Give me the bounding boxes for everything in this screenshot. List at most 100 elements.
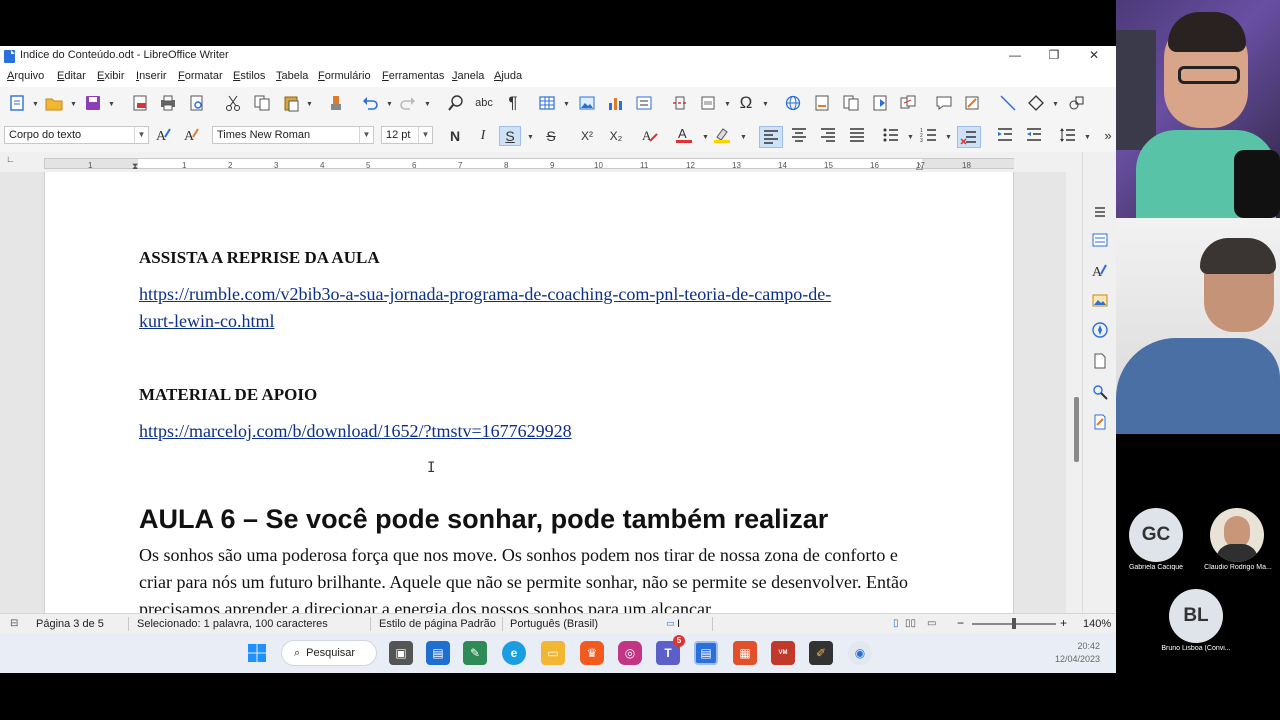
footnote-icon[interactable]: [812, 94, 832, 112]
track-changes-icon[interactable]: [962, 94, 982, 112]
paste-icon[interactable]: [281, 94, 301, 112]
libreoffice-writer-taskbar-icon[interactable]: ▤: [694, 641, 718, 665]
avatar[interactable]: [1210, 508, 1264, 562]
align-right-icon[interactable]: [818, 126, 838, 144]
paragraph-style-select[interactable]: Corpo do texto ▼: [4, 126, 149, 144]
page-break-icon[interactable]: [670, 94, 690, 112]
styles-icon[interactable]: A: [1090, 260, 1110, 280]
font-name-select[interactable]: Times New Roman ▼: [212, 126, 374, 144]
teams-icon[interactable]: T5: [656, 635, 685, 665]
maximize-button[interactable]: ❐: [1034, 46, 1074, 66]
undo-icon[interactable]: [360, 94, 380, 112]
left-indent-marker-icon[interactable]: ⧗: [132, 161, 138, 172]
menu-formatar[interactable]: Formatar: [178, 70, 223, 82]
chevron-down-icon[interactable]: ▼: [702, 134, 709, 141]
menu-estilos[interactable]: Estilos: [233, 70, 265, 82]
chevron-down-icon[interactable]: ▼: [1084, 134, 1091, 141]
align-center-icon[interactable]: [789, 126, 809, 144]
manage-changes-icon[interactable]: [1090, 412, 1110, 432]
font-color-icon[interactable]: A: [674, 126, 694, 144]
menu-formulario[interactable]: Formulário: [318, 70, 371, 82]
avatar[interactable]: BL: [1169, 589, 1223, 643]
book-view-icon[interactable]: ▭: [927, 618, 936, 629]
menu-ferramentas[interactable]: Ferramentas: [382, 70, 444, 82]
obs-record-icon[interactable]: ◉: [848, 641, 872, 665]
redo-icon[interactable]: [398, 94, 418, 112]
vertical-scrollbar[interactable]: [1066, 172, 1082, 613]
clone-formatting-icon[interactable]: [326, 94, 346, 112]
properties-icon[interactable]: [1090, 230, 1110, 250]
chevron-down-icon[interactable]: ▼: [907, 134, 914, 141]
new-document-icon[interactable]: [7, 94, 27, 112]
insert-mode[interactable]: I: [677, 618, 680, 630]
chevron-down-icon[interactable]: ▼: [70, 101, 77, 108]
avatar[interactable]: GC: [1129, 508, 1183, 562]
zoom-slider[interactable]: [972, 618, 1056, 629]
pen-tool-icon[interactable]: ✐: [809, 641, 833, 665]
highlight-color-icon[interactable]: [712, 126, 732, 144]
reprise-link[interactable]: https://rumble.com/v2bib3o-a-sua-jornada…: [139, 281, 831, 335]
draw-functions-icon[interactable]: [1066, 94, 1086, 112]
tab-stop-icon[interactable]: ∟: [6, 154, 15, 164]
open-folder-icon[interactable]: [44, 94, 64, 112]
taskbar-search[interactable]: ⌕ Pesquisar: [281, 640, 377, 666]
reprise-link-line-1[interactable]: https://rumble.com/v2bib3o-a-sua-jornada…: [139, 281, 831, 308]
cross-reference-icon[interactable]: [898, 94, 918, 112]
zoom-out-icon[interactable]: −: [957, 616, 964, 630]
style-inspector-icon[interactable]: [1090, 382, 1110, 402]
chevron-down-icon[interactable]: ▼: [724, 101, 731, 108]
menu-tabela[interactable]: Tabela: [276, 70, 308, 82]
chevron-down-icon[interactable]: ▼: [945, 134, 952, 141]
menu-ajuda[interactable]: Ajuda: [494, 70, 522, 82]
insert-table-icon[interactable]: [537, 94, 557, 112]
find-replace-icon[interactable]: [446, 94, 466, 112]
menu-inserir[interactable]: Inserir: [136, 70, 167, 82]
material-link[interactable]: https://marceloj.com/b/download/1652/?tm…: [139, 418, 572, 445]
chevron-down-icon[interactable]: ▼: [740, 134, 747, 141]
endnote-icon[interactable]: [841, 94, 861, 112]
notepad-icon[interactable]: ✎: [463, 641, 487, 665]
instagram-icon[interactable]: ◎: [618, 641, 642, 665]
chevron-down-icon[interactable]: ▼: [563, 101, 570, 108]
chevron-down-icon[interactable]: ▼: [527, 134, 534, 141]
align-left-icon[interactable]: [759, 126, 783, 148]
gallery-icon[interactable]: [1090, 290, 1110, 310]
edge-browser-icon[interactable]: e: [502, 641, 526, 665]
spellcheck-icon[interactable]: abc: [474, 94, 494, 112]
hyperlink-icon[interactable]: [783, 94, 803, 112]
formatting-marks-icon[interactable]: ¶: [503, 93, 523, 112]
right-indent-marker-icon[interactable]: △: [916, 161, 923, 172]
print-icon[interactable]: [158, 94, 178, 112]
superscript-button[interactable]: X²: [576, 126, 598, 146]
chevron-down-icon[interactable]: ▼: [424, 101, 431, 108]
page-icon[interactable]: [1090, 351, 1110, 371]
font-size-select[interactable]: 12 pt ▼: [381, 126, 433, 144]
file-explorer-icon[interactable]: ▭: [541, 641, 565, 665]
save-icon[interactable]: [83, 94, 103, 112]
menu-arquivo[interactable]: Arquivo: [7, 70, 44, 82]
minimize-button[interactable]: —: [995, 46, 1035, 66]
system-clock[interactable]: 20:42 12/04/2023: [1055, 640, 1100, 666]
line-spacing-icon[interactable]: [1058, 126, 1078, 144]
menu-janela[interactable]: Janela: [452, 70, 484, 82]
zoom-in-icon[interactable]: +: [1060, 616, 1067, 630]
page-status-icon[interactable]: ⊟: [10, 618, 18, 629]
page-style[interactable]: Estilo de página Padrão: [379, 618, 496, 630]
bold-button[interactable]: N: [444, 126, 466, 146]
comment-icon[interactable]: [934, 94, 954, 112]
italic-button[interactable]: I: [472, 126, 494, 146]
insert-textbox-icon[interactable]: [634, 94, 654, 112]
subscript-button[interactable]: X₂: [605, 126, 627, 146]
chevron-down-icon[interactable]: ▼: [762, 101, 769, 108]
document-area[interactable]: ASSISTA A REPRISE DA AULA https://rumble…: [0, 172, 1075, 613]
clear-formatting-icon[interactable]: A: [640, 126, 660, 144]
horizontal-ruler[interactable]: ∟ 1 1 2 3 4 5 6 7 8 9 10 11 12 13 14 15: [0, 152, 1075, 172]
underline-button[interactable]: S: [499, 126, 521, 146]
new-style-icon[interactable]: A: [182, 125, 202, 143]
increase-indent-icon[interactable]: [995, 126, 1015, 144]
more-options-icon[interactable]: »: [1098, 126, 1116, 144]
brave-browser-icon[interactable]: ♛: [580, 641, 604, 665]
insert-image-icon[interactable]: [577, 94, 597, 112]
selection-count[interactable]: Selecionado: 1 palavra, 100 caracteres: [137, 618, 328, 630]
copy-icon[interactable]: [252, 94, 272, 112]
